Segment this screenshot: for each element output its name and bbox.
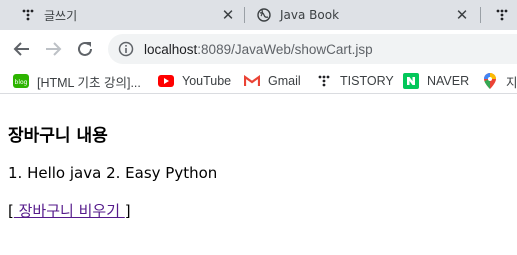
blog-icon: blog — [13, 73, 29, 89]
tab-strip: 글쓰기 ✕ Java Book ✕ — [0, 0, 517, 30]
cart-items: 1. Hello java 2. Easy Python — [8, 164, 218, 182]
bookmark-label: NAVER — [427, 74, 470, 88]
bookmark-label: TISTORY — [340, 74, 394, 88]
svg-text:blog: blog — [15, 79, 28, 86]
url-path: :8089/JavaWeb/showCart.jsp — [197, 41, 373, 57]
tistory-icon — [20, 7, 36, 23]
tab-java-book[interactable]: Java Book ✕ — [256, 0, 478, 30]
tab-title: 글쓰기 — [44, 8, 78, 23]
bookmark-tistory[interactable]: TISTORY — [316, 72, 394, 90]
tab-write[interactable]: 글쓰기 ✕ — [20, 0, 244, 30]
clear-cart-line: [ 장바구니 비우기 ] — [8, 200, 131, 221]
maps-pin-icon — [482, 73, 498, 89]
bookmark-label: [HTML 기초 강의]... — [37, 75, 141, 90]
bookmark-maps[interactable]: 지 — [482, 72, 517, 90]
gmail-icon — [244, 73, 260, 89]
tab-divider — [244, 7, 245, 23]
close-icon[interactable]: ✕ — [454, 7, 470, 23]
reload-icon — [78, 41, 92, 56]
url-host: localhost — [144, 41, 198, 57]
bookmarks-bar: blog [HTML 기초 강의]... YouTube Gmail TISTO… — [0, 68, 517, 94]
naver-icon — [403, 73, 419, 89]
bookmark-youtube[interactable]: YouTube — [158, 72, 231, 90]
tistory-icon — [494, 7, 509, 23]
tab-divider — [480, 7, 481, 23]
arrow-left-icon — [13, 42, 29, 56]
url-text: localhost:8089/JavaWeb/showCart.jsp — [144, 42, 373, 57]
forward-button[interactable] — [42, 38, 64, 60]
address-bar[interactable]: localhost:8089/JavaWeb/showCart.jsp — [108, 34, 517, 64]
bookmark-label: Gmail — [268, 74, 301, 88]
browser-toolbar: localhost:8089/JavaWeb/showCart.jsp — [0, 30, 517, 68]
close-icon[interactable]: ✕ — [220, 7, 236, 23]
page-title: 장바구니 내용 — [8, 126, 108, 146]
back-button[interactable] — [11, 38, 33, 60]
bracket-close: ] — [124, 202, 131, 220]
globe-icon — [256, 7, 272, 23]
bookmark-label: YouTube — [182, 74, 232, 88]
tab-title: Java Book — [280, 8, 340, 22]
reload-button[interactable] — [74, 38, 96, 60]
tistory-icon — [316, 73, 332, 89]
clear-cart-link[interactable]: 장바구니 비우기 — [14, 202, 125, 220]
arrow-right-icon — [46, 42, 62, 56]
bookmark-gmail[interactable]: Gmail — [244, 72, 301, 90]
bookmark-label: 지 — [506, 75, 517, 90]
bookmark-html-course[interactable]: blog [HTML 기초 강의]... — [13, 72, 141, 90]
bookmark-naver[interactable]: NAVER — [403, 72, 469, 90]
tab-partial[interactable] — [494, 0, 517, 30]
youtube-icon — [158, 73, 174, 89]
info-icon[interactable] — [118, 41, 134, 57]
